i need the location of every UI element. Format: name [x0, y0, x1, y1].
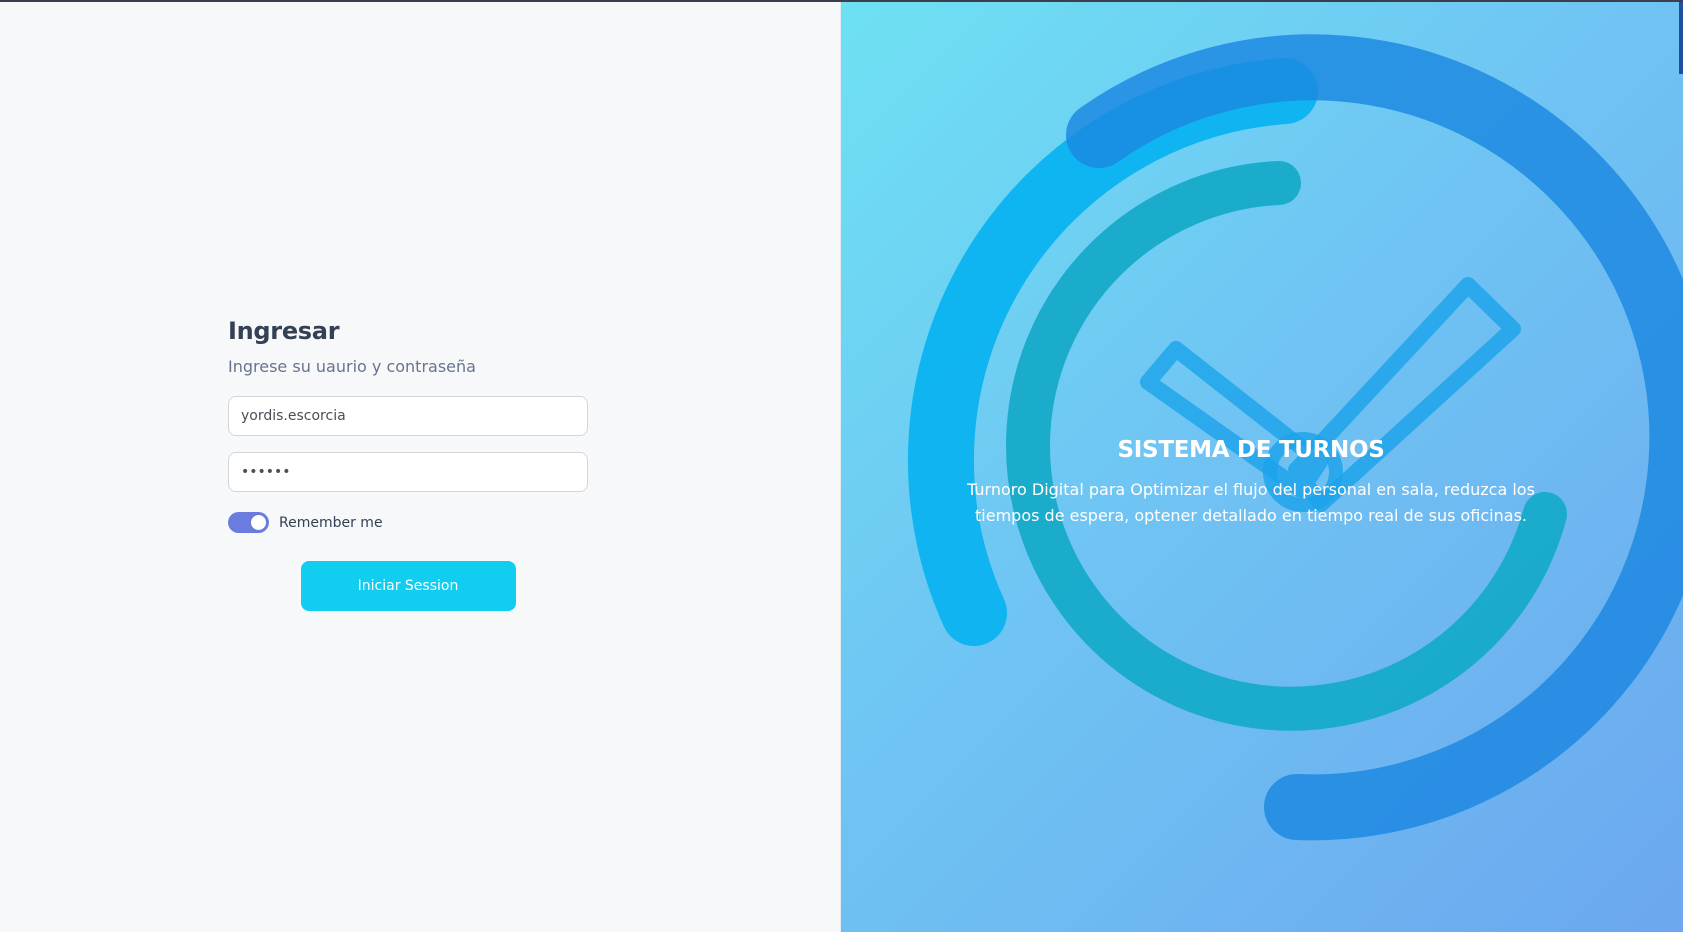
toggle-knob [251, 515, 266, 530]
remember-toggle[interactable] [228, 512, 269, 533]
remember-me[interactable]: Remember me [228, 512, 588, 533]
login-subtitle: Ingrese su uaurio y contraseña [228, 357, 476, 376]
login-form: Ingresar Ingrese su uaurio y contraseña … [228, 317, 588, 611]
hero-panel: SISTEMA DE TURNOS Turnoro Digital para O… [841, 2, 1683, 932]
hero-content: SISTEMA DE TURNOS Turnoro Digital para O… [941, 437, 1561, 529]
login-button[interactable]: Iniciar Session [300, 561, 516, 611]
login-panel: Ingresar Ingrese su uaurio y contraseña … [0, 2, 841, 932]
login-title: Ingresar [228, 317, 340, 345]
hero-title: SISTEMA DE TURNOS [1117, 437, 1385, 463]
username-input[interactable] [228, 396, 588, 436]
password-input[interactable] [228, 452, 588, 492]
edge-accent [1679, 2, 1683, 74]
hero-description: Turnoro Digital para Optimizar el flujo … [967, 480, 1535, 525]
remember-label: Remember me [279, 514, 383, 531]
